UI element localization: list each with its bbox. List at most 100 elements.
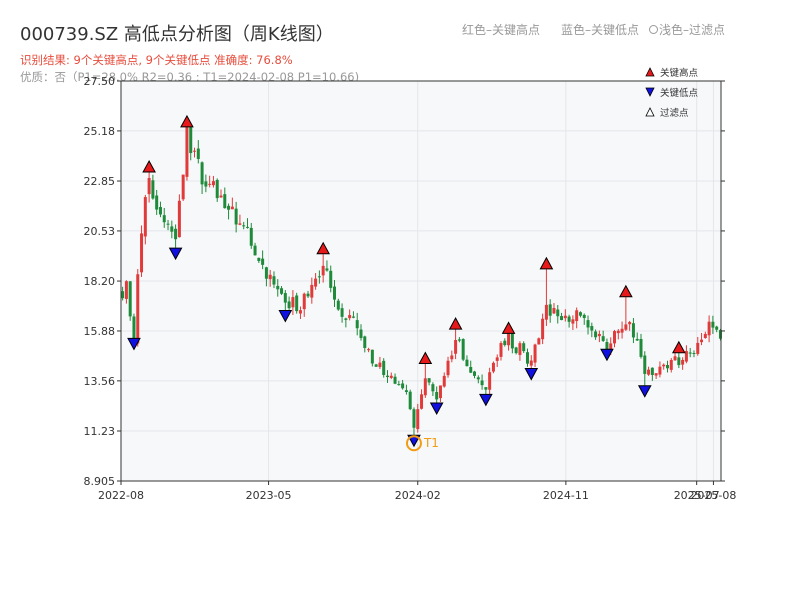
candle-body	[401, 383, 405, 389]
candle-body	[257, 257, 261, 261]
candle-body	[314, 278, 318, 287]
candle-body	[253, 245, 257, 256]
candle-body	[529, 360, 533, 366]
candle-body	[370, 349, 374, 364]
candle-body	[276, 285, 280, 290]
legend-filtered-label: 过滤点	[660, 107, 689, 119]
candle-body	[495, 357, 499, 361]
candle-body	[295, 295, 299, 312]
candle-body	[507, 333, 511, 346]
candle-body	[404, 390, 408, 392]
candle-body	[382, 360, 386, 375]
candle-body	[597, 333, 601, 337]
candle-body	[302, 293, 306, 310]
candle-body	[204, 181, 208, 187]
y-tick-label: 27.50	[84, 75, 116, 88]
candle-body	[684, 351, 688, 362]
candle-body	[665, 365, 669, 369]
candle-body	[582, 314, 586, 319]
candle-body	[465, 359, 469, 367]
candle-body	[624, 324, 628, 330]
candle-body	[556, 309, 560, 317]
candle-body	[586, 320, 590, 328]
candle-body	[333, 286, 337, 300]
candle-body	[658, 366, 662, 375]
x-tick-label: 2025-08	[690, 489, 736, 502]
candle-body	[230, 206, 234, 210]
candle-body	[571, 319, 575, 324]
candle-body	[200, 162, 204, 185]
candle-body	[351, 316, 355, 318]
candle-body	[518, 343, 522, 355]
candle-body	[155, 195, 159, 210]
candle-body	[264, 267, 268, 279]
candle-body	[541, 318, 545, 340]
candle-body	[594, 331, 598, 338]
candle-body	[454, 340, 458, 354]
candle-body	[344, 318, 348, 320]
candle-body	[136, 274, 140, 344]
candle-body	[613, 331, 617, 344]
candle-body	[298, 310, 302, 314]
x-tick-label: 2024-02	[395, 489, 441, 502]
y-tick-label: 18.20	[84, 275, 116, 288]
candle-body	[575, 310, 579, 322]
candle-body	[590, 326, 594, 331]
candle-body	[174, 228, 178, 240]
candle-body	[450, 355, 454, 360]
candle-body	[563, 315, 567, 319]
candle-body	[427, 378, 431, 383]
candle-body	[147, 178, 151, 195]
x-tick-label: 2024-11	[543, 489, 589, 502]
candle-body	[673, 356, 677, 361]
candle-body	[124, 281, 128, 299]
y-tick-label: 8.905	[84, 475, 116, 488]
candle-body	[238, 223, 242, 225]
candle-body	[355, 320, 359, 329]
t1-label: T1	[423, 436, 439, 450]
candle-body	[631, 323, 635, 338]
candle-body	[378, 362, 382, 367]
candle-body	[158, 207, 162, 215]
candle-body	[647, 369, 651, 375]
candle-body	[476, 377, 480, 380]
candle-body	[578, 312, 582, 316]
candle-body	[473, 371, 477, 376]
chart-svg: 8.905 11.23 13.56 15.88 18.20 20.53 22.85 25.18…	[84, 67, 737, 502]
legend-high-icon	[645, 67, 655, 77]
candle-body	[340, 308, 344, 317]
candle-body	[283, 293, 287, 303]
legend-low-label: 关键低点	[660, 87, 699, 99]
candle-body	[215, 179, 219, 199]
candle-body	[223, 194, 227, 209]
candle-body	[514, 347, 518, 354]
candle-body	[669, 359, 673, 370]
candle-body	[389, 375, 393, 378]
candle-body	[140, 233, 144, 273]
candle-body	[711, 321, 715, 328]
candle-body	[522, 343, 526, 352]
candle-body	[457, 339, 461, 341]
candle-body	[272, 276, 276, 285]
candle-body	[715, 326, 719, 330]
candle-body	[461, 339, 465, 360]
y-tick-label: 25.18	[84, 125, 116, 138]
candle-body	[491, 362, 495, 372]
candle-body	[280, 288, 284, 294]
candle-body	[306, 293, 310, 297]
candle-body	[291, 297, 295, 308]
candle-body	[643, 355, 647, 374]
candle-body	[525, 352, 529, 364]
y-tick-label: 13.56	[84, 375, 116, 388]
candle-body	[654, 373, 658, 376]
x-tick-label: 2022-08	[98, 489, 144, 502]
y-tick-label: 11.23	[84, 425, 116, 438]
candle-body	[162, 215, 166, 223]
candle-body	[620, 328, 624, 333]
candle-body	[408, 391, 412, 410]
candle-body	[677, 357, 681, 366]
legend-high-label: 关键高点	[660, 67, 699, 79]
candle-body	[151, 180, 155, 199]
candle-body	[488, 372, 492, 390]
candle-body	[469, 366, 473, 373]
